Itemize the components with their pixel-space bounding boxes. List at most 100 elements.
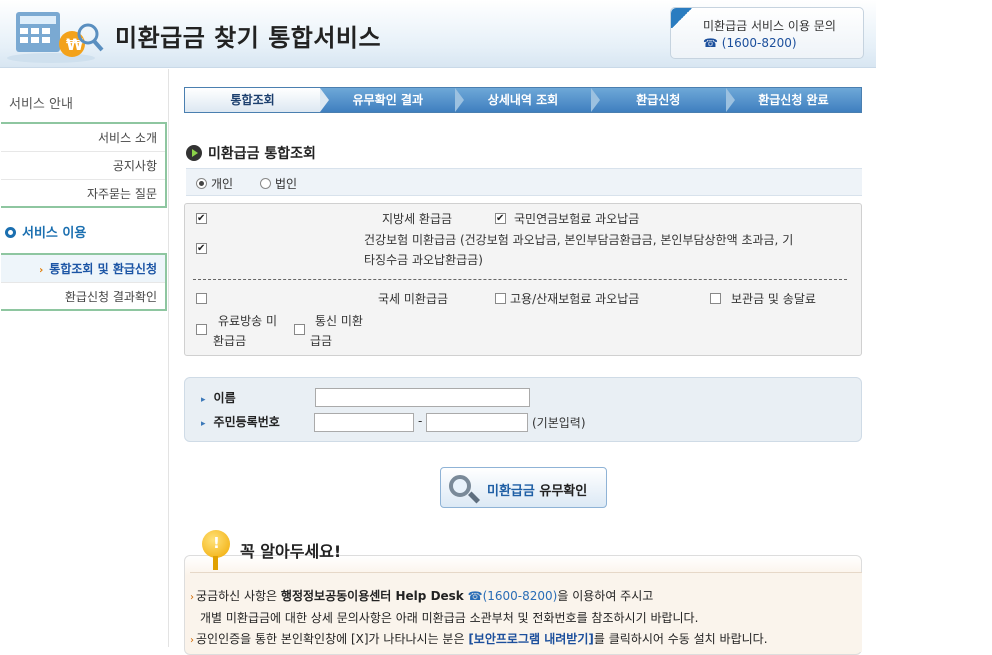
checkbox-checked-icon[interactable]	[196, 239, 207, 259]
divider	[193, 279, 847, 280]
sidebar-item-result[interactable]: 환급신청 결과확인	[1, 283, 165, 311]
phone-icon: ☎	[463, 589, 483, 603]
checkbox-local-tax[interactable]	[196, 209, 211, 229]
name-label: ▸ 이름	[201, 389, 236, 406]
sidebar-menu-use: › 통합조회 및 환급신청 환급신청 결과확인	[1, 253, 167, 311]
input-hint: (기본입력)	[532, 416, 586, 430]
sidebar-menu-info: 서비스 소개 공지사항 자주묻는 질문	[1, 122, 167, 208]
help-desk-name: 행정정보공동이용센터 Help Desk	[280, 589, 464, 603]
section-title: 미환급금 통합조회	[186, 143, 316, 163]
label-employment: 고용/산재보험료 과오납금	[510, 292, 640, 306]
label-broadcast-line1: 유료방송 미	[218, 314, 278, 328]
label-pension: 국민연금보험료 과오납금	[514, 212, 640, 226]
checkbox-health[interactable]	[196, 239, 211, 259]
header: ₩ 미환급금 찾기 통합서비스 미환급금 서비스 이용 문의 ☎ (1600-8…	[0, 0, 876, 68]
notice-line-1: › 궁금하신 사항은 행정정보공동이용센터 Help Desk ☎(1600-82…	[190, 587, 653, 604]
checkbox-icon[interactable]	[196, 293, 207, 304]
radio-label: 법인	[275, 177, 298, 191]
notice-text: 을 이용하여 주시고	[557, 589, 654, 603]
checkbox-icon[interactable]	[196, 324, 207, 335]
checkbox-deposit[interactable]: 보관금 및 송달료	[710, 289, 816, 309]
identity-form: ▸ 이름 ▸ 주민등록번호 - (기본입력)	[184, 377, 862, 442]
label-telecom-line1: 통신 미환	[315, 314, 363, 328]
label-local-tax: 지방세 환급금	[382, 212, 453, 226]
id-separator: -	[418, 414, 423, 428]
checkbox-pension[interactable]: 국민연금보험료 과오납금	[495, 209, 639, 229]
button-label-highlight: 미환급금	[487, 484, 535, 499]
checkbox-broadcast[interactable]	[196, 320, 211, 340]
step-check-result: 유무확인 결과	[320, 88, 465, 112]
bullet-arrow-icon: ▸	[201, 419, 206, 429]
checkbox-checked-icon[interactable]	[196, 209, 207, 229]
notice-text: 궁금하신 사항은	[196, 589, 281, 603]
pin-icon: !	[202, 530, 230, 570]
label-telecom-line2: 급금	[310, 334, 333, 348]
help-contact-box: 미환급금 서비스 이용 문의 ☎ (1600-8200)	[670, 7, 864, 59]
radio-corporate[interactable]: 법인	[260, 175, 297, 192]
bullet-arrow-icon: ›	[190, 635, 194, 646]
progress-steps: 통합조회 유무확인 결과 상세내역 조회 환급신청 환급신청 완료	[184, 87, 862, 113]
checkbox-employment[interactable]: 고용/산재보험료 과오납금	[495, 289, 639, 309]
checkbox-icon[interactable]	[495, 293, 506, 304]
sidebar-section-service-use: 서비스 이용	[5, 222, 86, 241]
step-detail: 상세내역 조회	[455, 88, 600, 112]
label-national-tax: 국세 미환급금	[378, 292, 449, 306]
refund-type-checklist: 지방세 환급금 국민연금보험료 과오납금 건강보험 미환급금 (건강보험 과오납…	[184, 203, 862, 356]
play-bullet-icon	[186, 145, 202, 161]
label-health-line2: 타징수금 과오납환급금)	[364, 253, 483, 267]
label-broadcast-line2: 환급금	[213, 334, 247, 348]
label-deposit: 보관금 및 송달료	[731, 292, 816, 306]
notice-text: 를 클릭하시어 수동 설치 바랍니다.	[593, 632, 768, 646]
section-title-text: 미환급금 통합조회	[208, 146, 316, 162]
id-number-label: ▸ 주민등록번호	[201, 413, 280, 430]
id-label-text: 주민등록번호	[213, 415, 280, 429]
person-type-row: 개인 법인	[186, 168, 862, 196]
checkbox-telecom[interactable]	[294, 320, 309, 340]
bullet-arrow-icon: ›	[190, 592, 194, 603]
bullet-ring-icon	[5, 227, 16, 238]
checkbox-icon[interactable]	[710, 293, 721, 304]
id-number-front-input[interactable]	[314, 413, 414, 432]
notice-line-2: 개별 미환급금에 대한 상세 문의사항은 아래 미환급금 소관부처 및 전화번호…	[200, 611, 699, 625]
chevron-right-icon: ›	[39, 265, 44, 276]
label-telecom: 통신 미환급금	[310, 311, 363, 351]
radio-selected-icon[interactable]	[196, 178, 207, 189]
bullet-arrow-icon: ▸	[201, 395, 206, 405]
notice-line-3: › 공인인증을 통한 본인확인창에 [X]가 나타나시는 분은 [보안프로그램 내…	[190, 630, 768, 647]
id-number-back-input[interactable]	[426, 413, 528, 432]
sidebar: 서비스 안내 서비스 소개 공지사항 자주묻는 질문 서비스 이용 › 통합조회 …	[0, 69, 169, 647]
sidebar-item-intro[interactable]: 서비스 소개	[1, 124, 165, 152]
radio-label: 개인	[211, 177, 234, 191]
step-inquiry: 통합조회	[185, 88, 330, 112]
name-input[interactable]	[315, 388, 530, 407]
calculator-logo-icon: ₩	[7, 12, 104, 63]
notice-content: › 궁금하신 사항은 행정정보공동이용센터 Help Desk ☎(1600-82…	[190, 572, 862, 652]
notice-text: 공인인증을 통한 본인확인창에 [X]가 나타나시는 분은	[196, 632, 469, 646]
help-desk-phone: (1600-8200)	[482, 589, 558, 603]
page-title: 미환급금 찾기 통합서비스	[115, 24, 382, 52]
name-label-text: 이름	[213, 391, 236, 405]
label-health: 건강보험 미환급금 (건강보험 과오납금, 본인부담금환급금, 본인부담상한액 …	[364, 230, 854, 270]
label-broadcast: 유료방송 미환급금	[213, 311, 277, 351]
button-label-rest: 유무확인	[534, 484, 588, 499]
button-label: 미환급금 유무확인	[487, 480, 587, 499]
label-health-line1: 건강보험 미환급금 (건강보험 과오납금, 본인부담금환급금, 본인부담상한액 …	[364, 233, 794, 247]
sidebar-item-faq[interactable]: 자주묻는 질문	[1, 180, 165, 208]
notice-title: 꼭 알아두세요!	[240, 542, 342, 561]
radio-individual[interactable]: 개인	[196, 175, 233, 192]
sidebar-section-service-info: 서비스 안내	[9, 97, 73, 112]
checkbox-national-tax[interactable]	[196, 289, 211, 309]
help-line-1: 미환급금 서비스 이용 문의	[703, 19, 836, 33]
sidebar-item-notice[interactable]: 공지사항	[1, 152, 165, 180]
sidebar-section-label: 서비스 이용	[22, 226, 87, 241]
sidebar-item-inquiry[interactable]: › 통합조회 및 환급신청	[1, 255, 165, 283]
magnifier-icon	[449, 475, 471, 497]
security-download-link[interactable]: [보안프로그램 내려받기]	[468, 632, 594, 646]
radio-icon[interactable]	[260, 178, 271, 189]
checkbox-checked-icon[interactable]	[495, 209, 506, 229]
checkbox-icon[interactable]	[294, 324, 305, 335]
sidebar-item-label: 통합조회 및 환급신청	[49, 262, 157, 276]
step-complete: 환급신청 완료	[725, 88, 862, 112]
check-refund-button[interactable]: 미환급금 유무확인	[440, 467, 607, 508]
step-apply: 환급신청	[590, 88, 736, 112]
